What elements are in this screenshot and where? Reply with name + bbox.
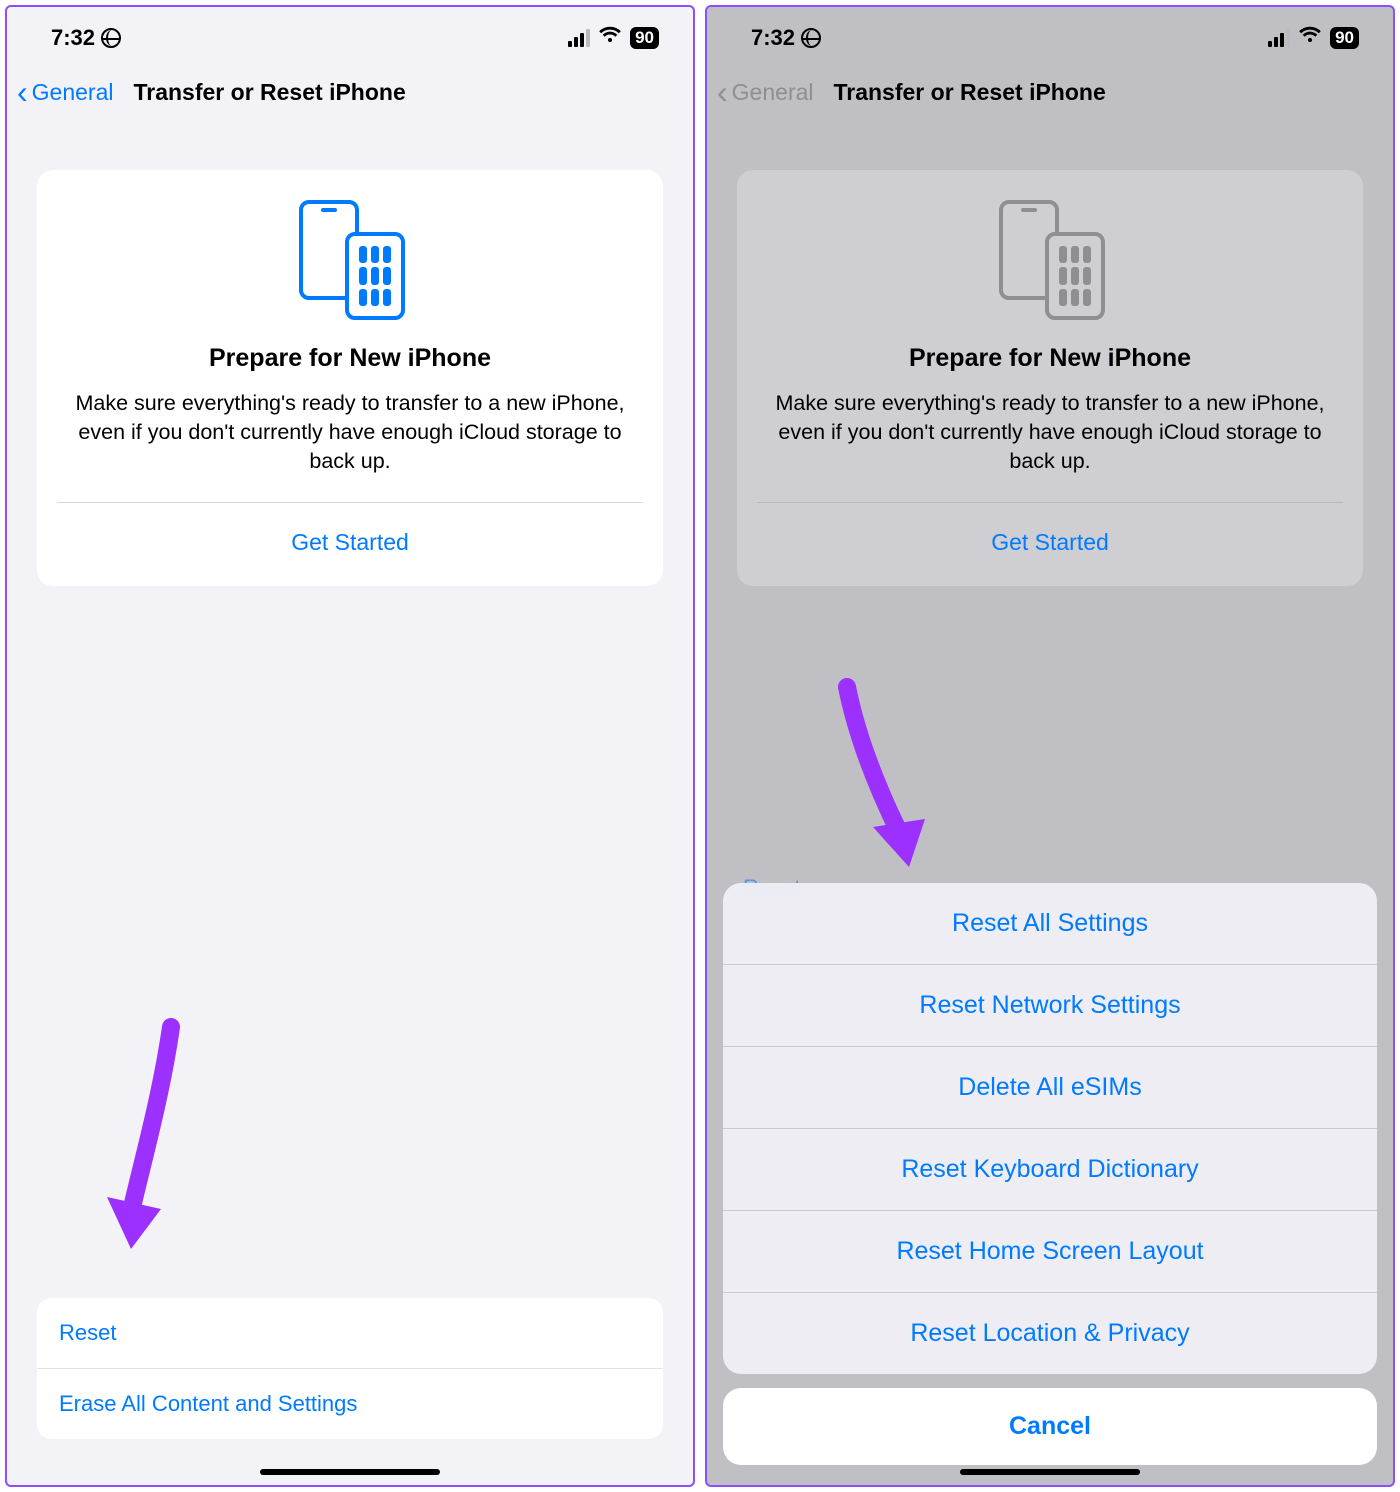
card-body: Make sure everything's ready to transfer… — [57, 389, 643, 502]
back-button[interactable]: ‹ General — [17, 79, 113, 106]
nav-header: ‹ General Transfer or Reset iPhone — [7, 59, 693, 130]
page-title: Transfer or Reset iPhone — [133, 79, 405, 106]
card-body: Make sure everything's ready to transfer… — [757, 389, 1343, 502]
back-button: ‹ General — [717, 79, 813, 106]
screenshot-left: 7:32 90 ‹ General Transfer or Reset iPho… — [5, 5, 695, 1487]
devices-icon — [57, 200, 643, 320]
chevron-left-icon: ‹ — [17, 81, 28, 103]
get-started-button[interactable]: Get Started — [57, 503, 643, 586]
wifi-icon — [1298, 26, 1322, 50]
option-reset-keyboard-dictionary[interactable]: Reset Keyboard Dictionary — [723, 1128, 1377, 1210]
wifi-icon — [598, 26, 622, 50]
home-indicator[interactable] — [960, 1469, 1140, 1475]
reset-action-sheet: Reset All Settings Reset Network Setting… — [723, 883, 1377, 1374]
battery-icon: 90 — [630, 27, 659, 49]
battery-icon: 90 — [1330, 27, 1359, 49]
status-bar: 7:32 90 — [707, 7, 1393, 59]
option-reset-all-settings[interactable]: Reset All Settings — [723, 883, 1377, 964]
get-started-button: Get Started — [757, 503, 1343, 586]
annotation-arrow-icon — [101, 1017, 201, 1257]
cancel-button[interactable]: Cancel — [723, 1388, 1377, 1465]
card-heading: Prepare for New iPhone — [757, 344, 1343, 373]
status-bar: 7:32 90 — [7, 7, 693, 59]
status-time: 7:32 — [751, 25, 795, 51]
annotation-arrow-icon — [817, 677, 937, 877]
reset-row[interactable]: Reset — [37, 1298, 663, 1368]
chevron-left-icon: ‹ — [717, 81, 728, 103]
option-reset-network-settings[interactable]: Reset Network Settings — [723, 964, 1377, 1046]
prepare-card: Prepare for New iPhone Make sure everyth… — [737, 170, 1363, 586]
screenshot-right: 7:32 90 ‹ General Transfer or Reset iPho… — [705, 5, 1395, 1487]
option-delete-all-esims[interactable]: Delete All eSIMs — [723, 1046, 1377, 1128]
globe-icon — [101, 28, 121, 48]
home-indicator[interactable] — [260, 1469, 440, 1475]
nav-header: ‹ General Transfer or Reset iPhone — [707, 59, 1393, 130]
back-label: General — [32, 79, 114, 106]
option-reset-home-screen-layout[interactable]: Reset Home Screen Layout — [723, 1210, 1377, 1292]
action-sheet-container: Reset All Settings Reset Network Setting… — [723, 883, 1377, 1465]
globe-icon — [801, 28, 821, 48]
status-time: 7:32 — [51, 25, 95, 51]
card-heading: Prepare for New iPhone — [57, 344, 643, 373]
back-label: General — [732, 79, 814, 106]
prepare-card: Prepare for New iPhone Make sure everyth… — [37, 170, 663, 586]
cellular-icon — [1268, 29, 1290, 47]
devices-icon — [757, 200, 1343, 320]
reset-list: Reset Erase All Content and Settings — [37, 1298, 663, 1439]
cellular-icon — [568, 29, 590, 47]
page-title: Transfer or Reset iPhone — [833, 79, 1105, 106]
erase-all-row[interactable]: Erase All Content and Settings — [37, 1368, 663, 1439]
option-reset-location-privacy[interactable]: Reset Location & Privacy — [723, 1292, 1377, 1374]
